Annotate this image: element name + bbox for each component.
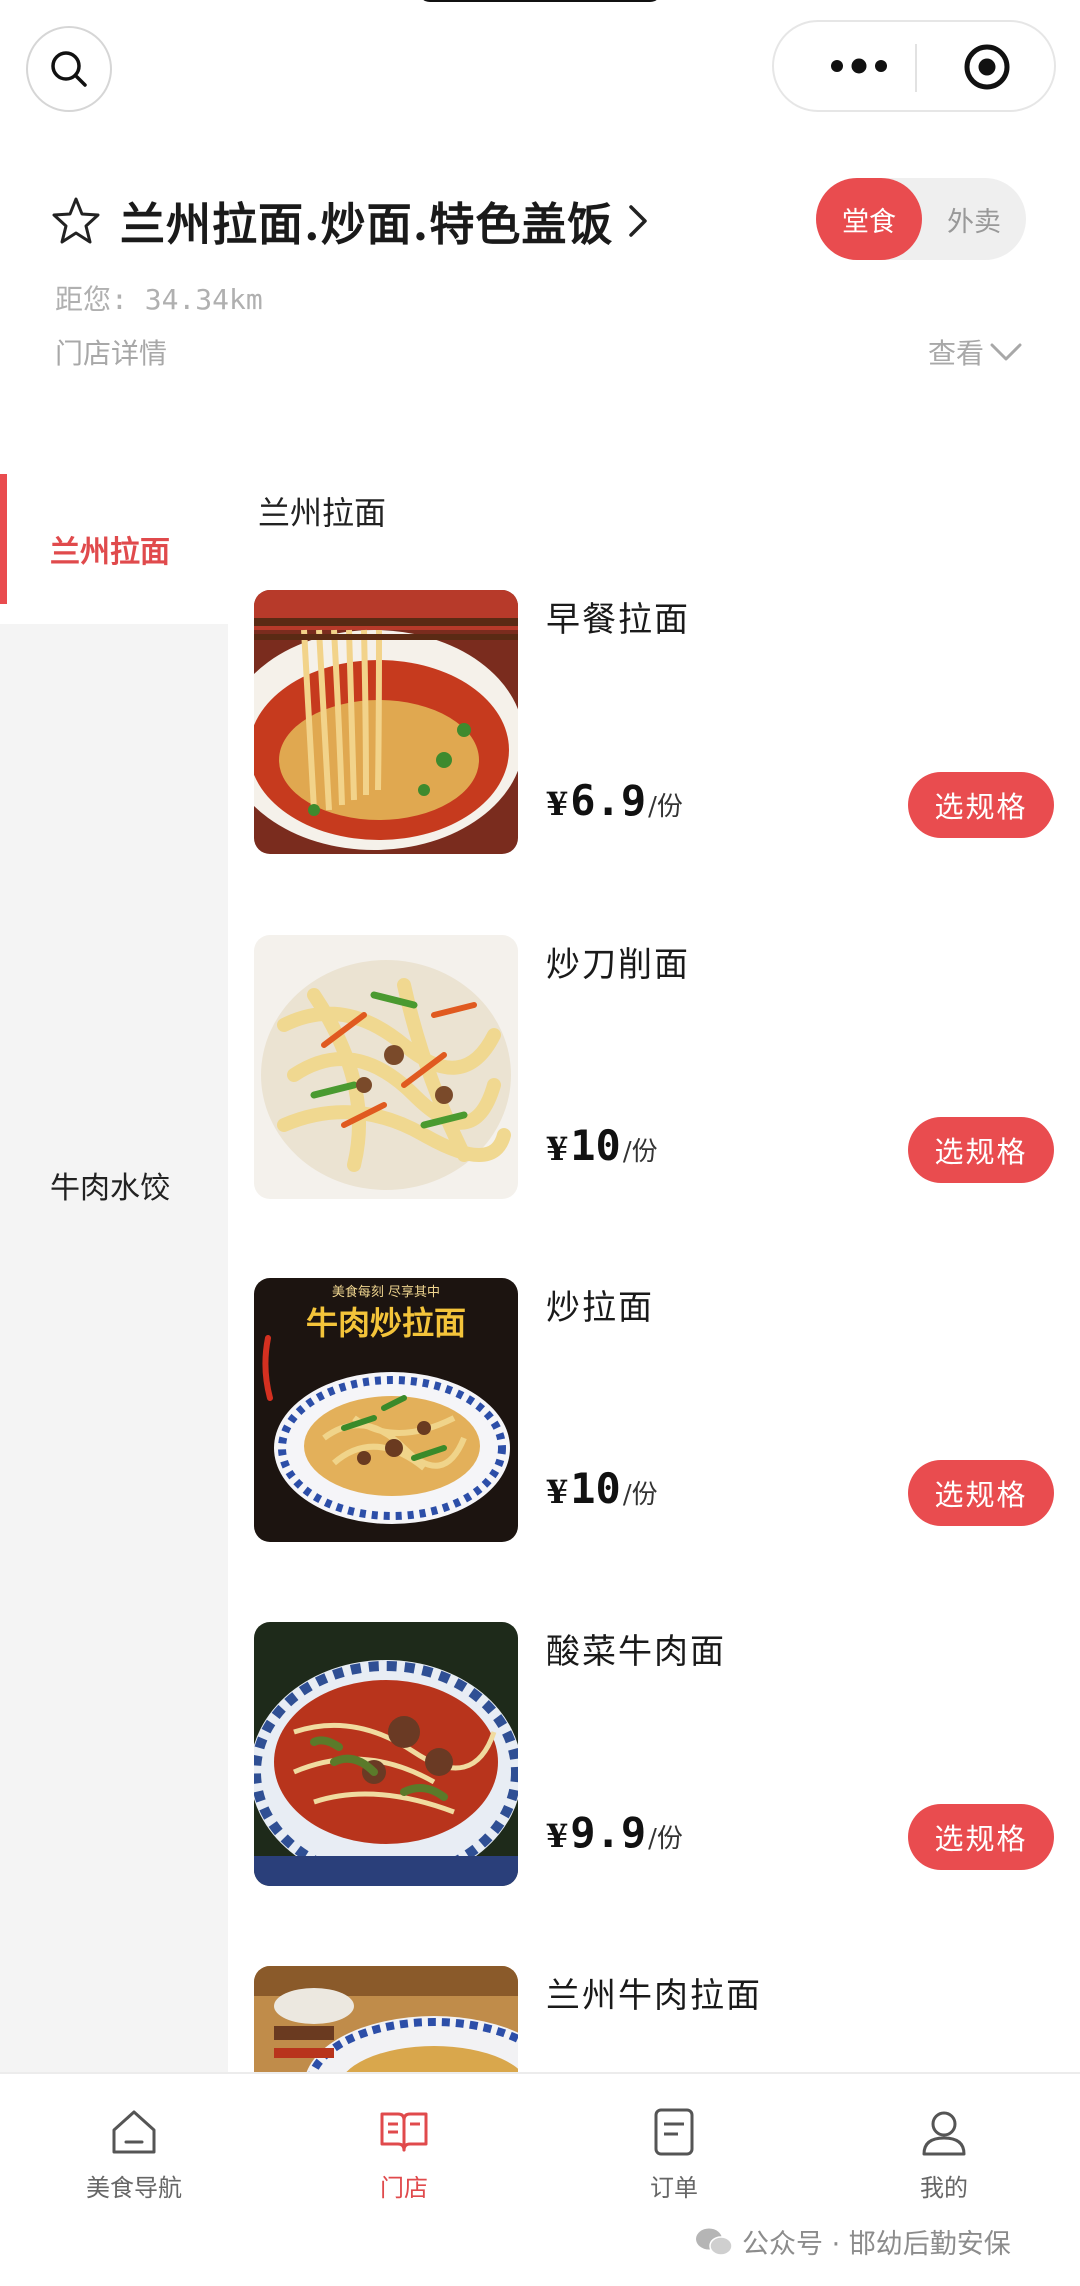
product-price: ¥ 10 /份 bbox=[546, 1121, 658, 1170]
store-detail-label: 门店详情 bbox=[55, 337, 168, 370]
search-button[interactable] bbox=[26, 26, 112, 112]
target-icon bbox=[964, 44, 1010, 90]
category-sidebar: 兰州拉面 牛肉水饺 bbox=[0, 474, 228, 2072]
tab-label: 我的 bbox=[920, 2174, 968, 2202]
store-name: 兰州拉面.炒面.特色盖饭 bbox=[120, 198, 614, 251]
select-spec-button[interactable]: 选规格 bbox=[908, 1117, 1054, 1183]
product-price: ¥ 6.9 /份 bbox=[546, 776, 683, 825]
product-image[interactable] bbox=[254, 935, 518, 1199]
image-title-text: 牛肉炒拉面 bbox=[306, 1304, 466, 1342]
tab-store[interactable]: 门店 bbox=[314, 2104, 494, 2203]
capsule-divider bbox=[915, 44, 917, 92]
price-amount: 10 bbox=[570, 1121, 621, 1170]
tab-label: 订单 bbox=[650, 2174, 698, 2202]
product-item[interactable]: 早餐拉面 ¥ 6.9 /份 选规格 bbox=[254, 590, 1054, 854]
more-dots-icon bbox=[831, 58, 887, 74]
wechat-icon bbox=[696, 2228, 733, 2256]
status-notch bbox=[418, 0, 662, 2]
currency-symbol: ¥ bbox=[546, 785, 569, 823]
currency-symbol: ¥ bbox=[546, 1817, 569, 1855]
store-book-icon bbox=[380, 2112, 428, 2152]
store-header[interactable]: 兰州拉面.炒面.特色盖饭 bbox=[50, 188, 653, 253]
product-name: 早餐拉面 bbox=[546, 600, 690, 640]
product-item[interactable]: 炒刀削面 ¥ 10 /份 选规格 bbox=[254, 935, 1054, 1199]
product-name: 炒拉面 bbox=[546, 1288, 654, 1328]
price-unit: /份 bbox=[622, 1480, 658, 1510]
price-unit: /份 bbox=[622, 1137, 658, 1167]
select-spec-button[interactable]: 选规格 bbox=[908, 1804, 1054, 1870]
product-name: 酸菜牛肉面 bbox=[546, 1632, 726, 1672]
product-item[interactable]: 美食每刻 尽享其中 牛肉炒拉面 炒拉面 ¥ 10 /份 选规格 bbox=[254, 1278, 1054, 1542]
more-button[interactable] bbox=[814, 46, 904, 86]
category-title: 兰州拉面 bbox=[258, 494, 387, 532]
dine-in-option[interactable]: 堂食 bbox=[816, 178, 922, 260]
view-more-button[interactable]: 查看 bbox=[928, 332, 1024, 372]
currency-symbol: ¥ bbox=[546, 1473, 569, 1511]
takeaway-option[interactable]: 外卖 bbox=[922, 178, 1026, 260]
price-amount: 6.9 bbox=[570, 776, 647, 825]
chevron-right-icon bbox=[629, 204, 648, 237]
star-icon[interactable] bbox=[50, 195, 102, 247]
order-icon bbox=[654, 2108, 694, 2156]
product-item[interactable]: 兰州牛肉拉面 bbox=[254, 1966, 1054, 2072]
tab-orders[interactable]: 订单 bbox=[584, 2104, 764, 2203]
select-spec-button[interactable]: 选规格 bbox=[908, 772, 1054, 838]
chevron-down-icon bbox=[990, 343, 1022, 361]
product-price: ¥ 10 /份 bbox=[546, 1464, 658, 1513]
sidebar-item-label: 牛肉水饺 bbox=[50, 1171, 170, 1206]
order-mode-toggle: 堂食 外卖 bbox=[816, 178, 1026, 260]
home-icon bbox=[112, 2110, 156, 2154]
product-image[interactable] bbox=[254, 590, 518, 854]
close-miniprogram-button[interactable] bbox=[962, 42, 1012, 92]
price-amount: 10 bbox=[570, 1464, 621, 1513]
sidebar-item-lanzhou-noodles[interactable]: 兰州拉面 bbox=[0, 474, 228, 624]
product-image[interactable]: 美食每刻 尽享其中 牛肉炒拉面 bbox=[254, 1278, 518, 1542]
sidebar-item-label: 兰州拉面 bbox=[50, 535, 170, 570]
product-image[interactable] bbox=[254, 1966, 518, 2072]
price-amount: 9.9 bbox=[570, 1808, 647, 1857]
watermark: 公众号 · 邯幼后勤安保 bbox=[694, 2222, 1011, 2261]
tab-label: 门店 bbox=[380, 2174, 428, 2202]
product-price: ¥ 9.9 /份 bbox=[546, 1808, 683, 1857]
user-icon bbox=[922, 2111, 966, 2156]
watermark-text: 公众号 · 邯幼后勤安保 bbox=[742, 2229, 1011, 2260]
currency-symbol: ¥ bbox=[546, 1130, 569, 1168]
tab-label: 美食导航 bbox=[86, 2174, 182, 2202]
price-unit: /份 bbox=[648, 792, 683, 822]
product-name: 兰州牛肉拉面 bbox=[546, 1976, 762, 2016]
tab-me[interactable]: 我的 bbox=[854, 2104, 1034, 2203]
product-name: 炒刀削面 bbox=[546, 945, 690, 985]
select-spec-button[interactable]: 选规格 bbox=[908, 1460, 1054, 1526]
miniprogram-capsule bbox=[772, 20, 1056, 112]
product-image[interactable] bbox=[254, 1622, 518, 1886]
sidebar-item-beef-dumplings[interactable]: 牛肉水饺 bbox=[0, 1110, 228, 1260]
tab-food-navigation[interactable]: 美食导航 bbox=[44, 2104, 224, 2203]
view-more-label: 查看 bbox=[928, 337, 985, 370]
image-caption-text: 美食每刻 尽享其中 bbox=[332, 1284, 440, 1300]
price-unit: /份 bbox=[648, 1824, 683, 1854]
product-item[interactable]: 酸菜牛肉面 ¥ 9.9 /份 选规格 bbox=[254, 1622, 1054, 1886]
search-icon bbox=[51, 51, 87, 87]
store-distance: 距您: 34.34km bbox=[55, 283, 263, 316]
